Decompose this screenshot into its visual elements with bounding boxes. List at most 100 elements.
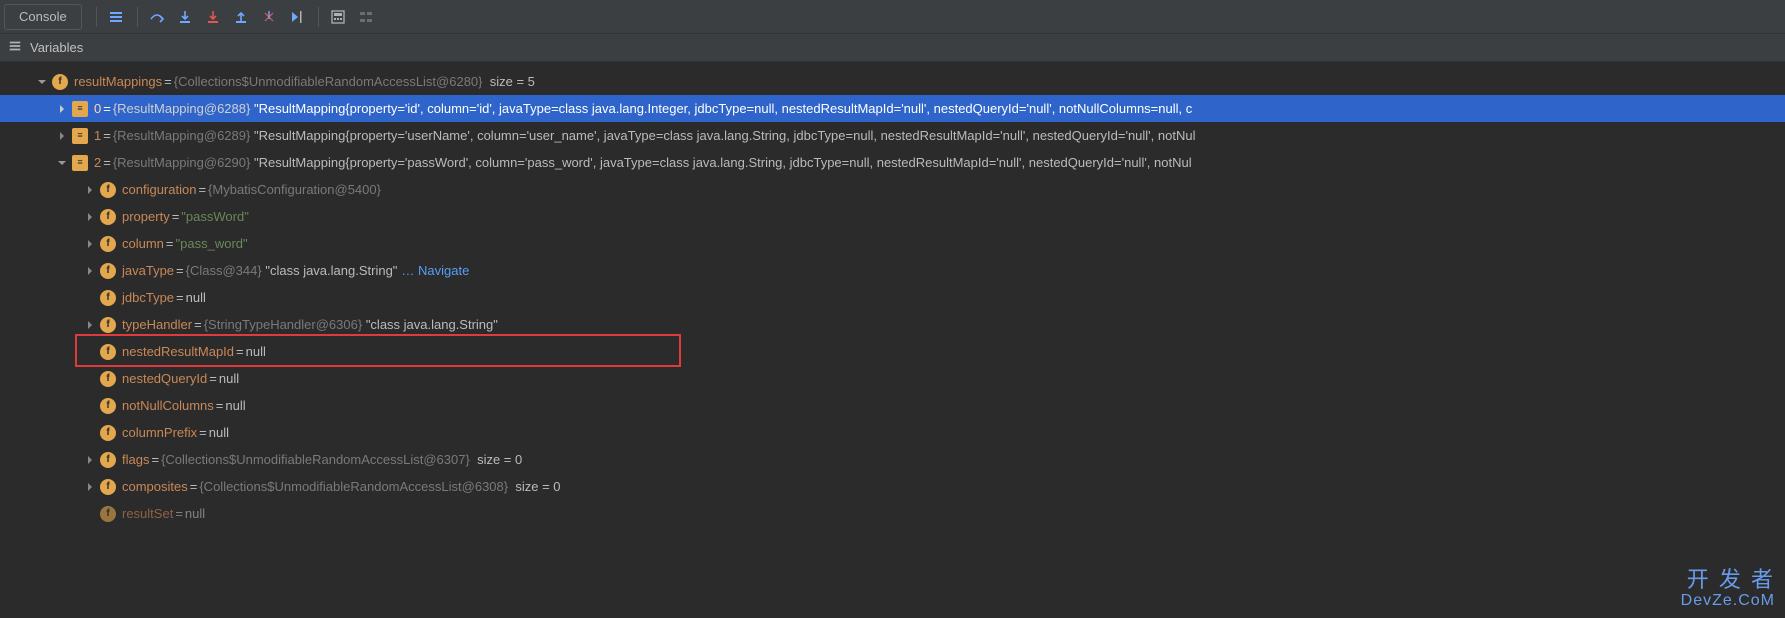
var-size: size = 0 bbox=[515, 473, 560, 500]
variables-title: Variables bbox=[30, 40, 83, 55]
console-label: Console bbox=[19, 9, 67, 24]
toolbar-separator bbox=[137, 7, 138, 27]
var-name: columnPrefix bbox=[122, 419, 197, 446]
var-name: column bbox=[122, 230, 164, 257]
var-object: {ResultMapping@6289} bbox=[113, 122, 251, 149]
watermark-en: DevZe.CoM bbox=[1681, 592, 1775, 610]
var-tostring: "ResultMapping{property='id', column='id… bbox=[254, 95, 1192, 122]
array-badge-icon: ≡ bbox=[72, 101, 88, 117]
console-tab[interactable]: Console bbox=[4, 4, 82, 30]
var-name: nestedQueryId bbox=[122, 365, 207, 392]
var-size: size = 0 bbox=[477, 446, 522, 473]
navigate-link[interactable]: … Navigate bbox=[401, 257, 469, 284]
var-value: "passWord" bbox=[181, 203, 249, 230]
expand-arrow-right-icon[interactable] bbox=[84, 265, 96, 277]
var-name: composites bbox=[122, 473, 188, 500]
expand-arrow-right-icon[interactable] bbox=[84, 184, 96, 196]
tree-row-item-1[interactable]: ≡ 1 = {ResultMapping@6289} "ResultMappin… bbox=[0, 122, 1785, 149]
var-object: {Class@344} bbox=[186, 257, 262, 284]
tree-row-field[interactable]: f nestedQueryId = null bbox=[0, 365, 1785, 392]
var-name: jdbcType bbox=[122, 284, 174, 311]
var-name: configuration bbox=[122, 176, 196, 203]
expand-arrow-right-icon[interactable] bbox=[84, 211, 96, 223]
debug-toolbar: Console bbox=[0, 0, 1785, 34]
var-name: resultMappings bbox=[74, 68, 162, 95]
trace-button[interactable] bbox=[353, 4, 379, 30]
var-name: flags bbox=[122, 446, 149, 473]
tree-row-field[interactable]: f columnPrefix = null bbox=[0, 419, 1785, 446]
var-name: property bbox=[122, 203, 170, 230]
watermark: 开 发 者 DevZe.CoM bbox=[1681, 568, 1775, 610]
force-step-into-button[interactable] bbox=[200, 4, 226, 30]
array-badge-icon: ≡ bbox=[72, 155, 88, 171]
expand-arrow-right-icon[interactable] bbox=[56, 103, 68, 115]
tree-row-root[interactable]: f resultMappings = {Collections$Unmodifi… bbox=[0, 68, 1785, 95]
var-name: typeHandler bbox=[122, 311, 192, 338]
field-badge-icon: f bbox=[100, 209, 116, 225]
var-object: {Collections$UnmodifiableRandomAccessLis… bbox=[161, 446, 470, 473]
var-value: "pass_word" bbox=[176, 230, 248, 257]
var-name: javaType bbox=[122, 257, 174, 284]
expand-arrow-right-icon[interactable] bbox=[84, 238, 96, 250]
expand-arrow-down-icon[interactable] bbox=[36, 76, 48, 88]
var-tostring: "ResultMapping{property='userName', colu… bbox=[254, 122, 1196, 149]
variables-panel-header: Variables bbox=[0, 34, 1785, 62]
field-badge-icon: f bbox=[100, 506, 116, 522]
drop-frame-button[interactable] bbox=[256, 4, 282, 30]
field-badge-icon: f bbox=[100, 263, 116, 279]
var-object: {Collections$UnmodifiableRandomAccessLis… bbox=[174, 68, 483, 95]
step-out-button[interactable] bbox=[228, 4, 254, 30]
tree-row-field[interactable]: f typeHandler = {StringTypeHandler@6306}… bbox=[0, 311, 1785, 338]
expand-arrow-right-icon[interactable] bbox=[56, 130, 68, 142]
var-value: null bbox=[185, 500, 205, 527]
field-badge-icon: f bbox=[100, 236, 116, 252]
field-badge-icon: f bbox=[52, 74, 68, 90]
var-index: 2 bbox=[94, 149, 101, 176]
run-to-cursor-button[interactable] bbox=[284, 4, 310, 30]
field-badge-icon: f bbox=[100, 425, 116, 441]
tree-row-field[interactable]: f notNullColumns = null bbox=[0, 392, 1785, 419]
expand-arrow-right-icon[interactable] bbox=[84, 454, 96, 466]
var-tostring: "ResultMapping{property='passWord', colu… bbox=[254, 149, 1192, 176]
watermark-cn: 开 发 者 bbox=[1681, 568, 1775, 592]
tree-row-field[interactable]: f composites = {Collections$Unmodifiable… bbox=[0, 473, 1785, 500]
tree-row-field[interactable]: f flags = {Collections$UnmodifiableRando… bbox=[0, 446, 1785, 473]
tree-row-field[interactable]: f configuration = {MybatisConfiguration@… bbox=[0, 176, 1785, 203]
stack-frames-button[interactable] bbox=[103, 4, 129, 30]
field-badge-icon: f bbox=[100, 371, 116, 387]
var-tostring: "class java.lang.String" bbox=[366, 311, 498, 338]
var-value: null bbox=[209, 419, 229, 446]
var-index: 1 bbox=[94, 122, 101, 149]
variables-tree[interactable]: f resultMappings = {Collections$Unmodifi… bbox=[0, 62, 1785, 527]
variables-icon bbox=[8, 39, 22, 56]
tree-row-field[interactable]: f jdbcType = null bbox=[0, 284, 1785, 311]
tree-row-field[interactable]: f property = "passWord" bbox=[0, 203, 1785, 230]
field-badge-icon: f bbox=[100, 452, 116, 468]
expand-arrow-right-icon[interactable] bbox=[84, 481, 96, 493]
expand-arrow-down-icon[interactable] bbox=[56, 157, 68, 169]
tree-row-item-0[interactable]: ≡ 0 = {ResultMapping@6288} "ResultMappin… bbox=[0, 95, 1785, 122]
tree-row-item-2[interactable]: ≡ 2 = {ResultMapping@6290} "ResultMappin… bbox=[0, 149, 1785, 176]
evaluate-expression-button[interactable] bbox=[325, 4, 351, 30]
var-object: {ResultMapping@6290} bbox=[113, 149, 251, 176]
tree-row-field[interactable]: f resultSet = null bbox=[0, 500, 1785, 527]
step-into-button[interactable] bbox=[172, 4, 198, 30]
var-object: {StringTypeHandler@6306} bbox=[204, 311, 362, 338]
var-value: null bbox=[219, 365, 239, 392]
var-name: resultSet bbox=[122, 500, 173, 527]
tree-row-field[interactable]: f javaType = {Class@344} "class java.lan… bbox=[0, 257, 1785, 284]
var-tostring: "class java.lang.String" bbox=[265, 257, 397, 284]
tree-row-field[interactable]: f column = "pass_word" bbox=[0, 230, 1785, 257]
expand-arrow-right-icon[interactable] bbox=[84, 319, 96, 331]
var-value: null bbox=[225, 392, 245, 419]
var-value: null bbox=[186, 284, 206, 311]
field-badge-icon: f bbox=[100, 344, 116, 360]
field-badge-icon: f bbox=[100, 290, 116, 306]
var-name: nestedResultMapId bbox=[122, 338, 234, 365]
step-over-button[interactable] bbox=[144, 4, 170, 30]
tree-row-field[interactable]: f nestedResultMapId = null bbox=[0, 338, 1785, 365]
var-object: {MybatisConfiguration@5400} bbox=[208, 176, 381, 203]
toolbar-separator bbox=[318, 7, 319, 27]
field-badge-icon: f bbox=[100, 479, 116, 495]
array-badge-icon: ≡ bbox=[72, 128, 88, 144]
